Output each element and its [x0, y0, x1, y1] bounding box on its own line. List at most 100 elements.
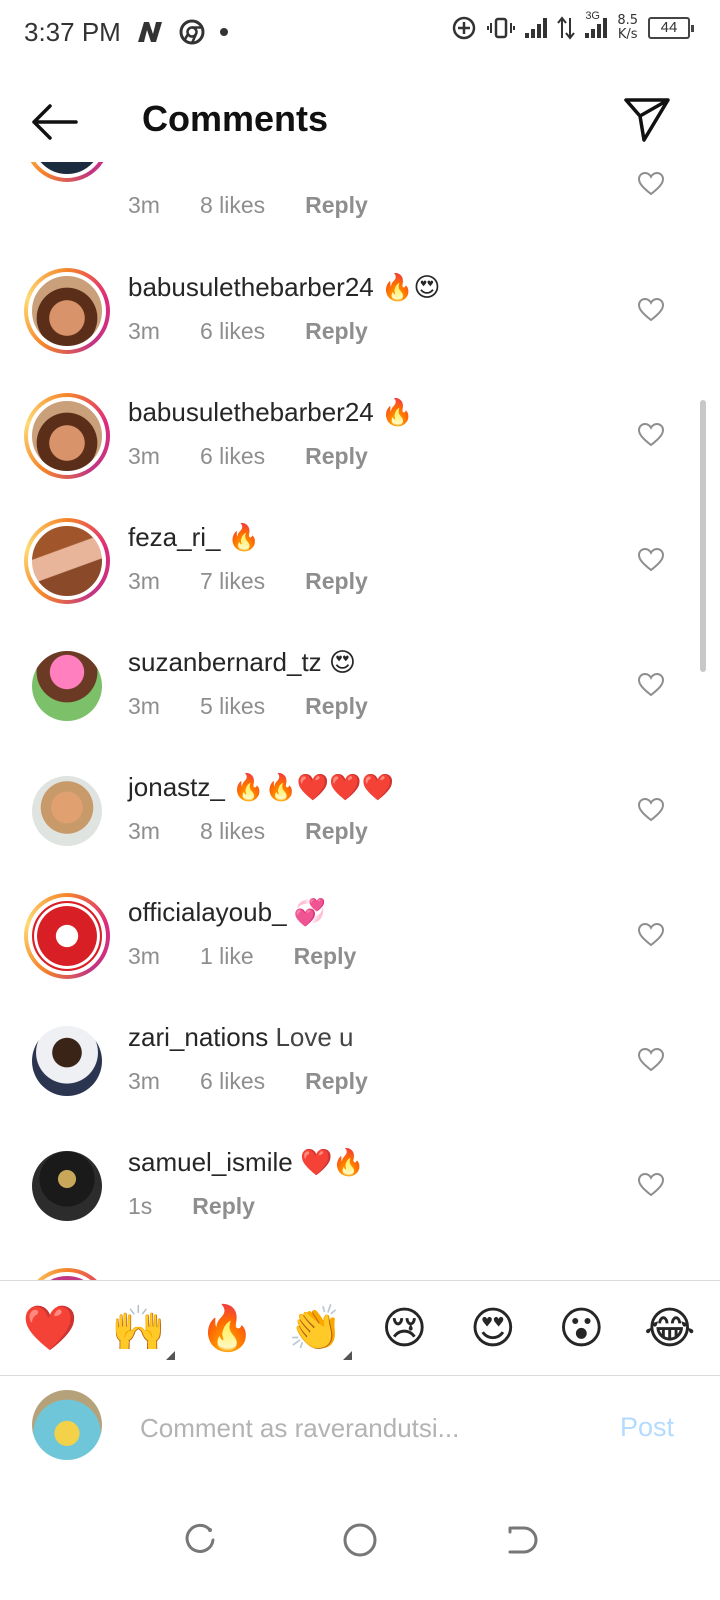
emoji-surprised-face[interactable]: 😮 [549, 1303, 613, 1354]
network-type-label: 3G [585, 10, 600, 22]
comment-username[interactable]: babusulethebarber24 [128, 397, 374, 427]
comment-avatar[interactable] [32, 1151, 102, 1221]
heart-outline-icon[interactable] [638, 1173, 664, 1197]
back-nav-icon[interactable] [500, 1520, 540, 1560]
avatar-image [28, 272, 106, 350]
comment-body: 🔥 [381, 397, 414, 427]
reply-button[interactable]: Reply [305, 818, 368, 845]
avatar-image [28, 522, 106, 600]
heart-outline-icon[interactable] [638, 548, 664, 572]
comment-text: jonastz_ 🔥🔥❤️❤️❤️ [128, 772, 394, 803]
comment-time: 3m [128, 192, 160, 218]
comment-row: zari_nations Love u 3m 6 likes Reply [0, 1018, 720, 1143]
comment-text: zari_nations Love u [128, 1022, 354, 1053]
comment-input[interactable] [140, 1406, 590, 1450]
emoji-clapping-hands[interactable]: 👏 [284, 1302, 352, 1360]
comment-avatar[interactable] [24, 518, 110, 604]
comment-text: feza_ri_ 🔥 [128, 522, 260, 553]
comment-likes[interactable]: 8 likes [200, 818, 265, 845]
comment-meta: 3m 6 likes Reply [128, 443, 368, 470]
reply-button[interactable]: Reply [305, 192, 368, 219]
comment-username[interactable]: zari_nations [128, 1022, 268, 1052]
system-nav-bar [0, 1480, 720, 1600]
data-transfer-icon [557, 16, 576, 40]
heart-outline-icon[interactable] [638, 798, 664, 822]
comment-username[interactable]: feza_ri_ [128, 522, 221, 552]
comment-body: 🔥😍 [381, 272, 441, 302]
comment-time: 3m [128, 943, 160, 969]
home-icon[interactable] [340, 1520, 380, 1560]
n-app-icon [137, 22, 162, 42]
status-left-icons [135, 19, 229, 45]
reply-button[interactable]: Reply [305, 693, 368, 720]
emoji-tears-of-joy[interactable]: 😂 [638, 1303, 702, 1354]
comment-row: suzanbernard_tz 😍 3m 5 likes Reply [0, 643, 720, 768]
status-bar: 3:37 PM 3G 8.5 K/s 44 [0, 0, 720, 64]
comment-meta: 1s Reply [128, 1193, 255, 1220]
battery-icon: 44 [648, 17, 694, 39]
comment-avatar[interactable] [32, 1026, 102, 1096]
comment-avatar[interactable] [24, 1268, 110, 1280]
comment-likes[interactable]: 8 likes [200, 192, 265, 219]
send-direct-icon[interactable] [622, 94, 672, 144]
reply-button[interactable]: Reply [305, 318, 368, 345]
emoji-raising-hands[interactable]: 🙌 [107, 1302, 175, 1360]
signal-3g: 3G [585, 10, 608, 38]
comment-body: Love u [275, 1022, 354, 1052]
heart-outline-icon[interactable] [638, 172, 664, 196]
heart-outline-icon[interactable] [638, 673, 664, 697]
comment-avatar[interactable] [32, 651, 102, 721]
comment-likes[interactable]: 6 likes [200, 318, 265, 345]
heart-outline-icon[interactable] [638, 423, 664, 447]
comments-list[interactable]: 3m 8 likes Reply babusulethebarber24 🔥😍 … [0, 162, 720, 1280]
reply-button[interactable]: Reply [294, 943, 357, 970]
comment-avatar[interactable] [24, 393, 110, 479]
comment-username[interactable]: officialayoub_ [128, 897, 287, 927]
comment-avatar[interactable] [24, 893, 110, 979]
comment-likes[interactable]: 6 likes [200, 1068, 265, 1095]
heart-outline-icon[interactable] [638, 923, 664, 947]
comment-time: 1s [128, 1193, 153, 1219]
comment-likes[interactable]: 7 likes [200, 568, 265, 595]
post-button[interactable]: Post [620, 1412, 674, 1443]
vibrate-icon [487, 17, 516, 39]
comment-avatar[interactable] [32, 776, 102, 846]
back-arrow-icon[interactable] [28, 100, 80, 144]
comment-avatar[interactable] [24, 162, 110, 182]
emoji-red-heart[interactable]: ❤️ [18, 1302, 82, 1354]
emoji-fire[interactable]: 🔥 [195, 1302, 259, 1354]
comment-time: 3m [128, 318, 160, 344]
reply-button[interactable]: Reply [305, 1068, 368, 1095]
comment-body: ❤️🔥 [299, 1147, 365, 1177]
comment-username[interactable]: jonastz_ [128, 772, 225, 802]
comment-row: babusulethebarber24 🔥😍 3m 6 likes Reply [0, 268, 720, 393]
my-avatar[interactable] [32, 1390, 102, 1460]
comment-meta: 3m 7 likes Reply [128, 568, 368, 595]
recents-icon[interactable] [180, 1520, 220, 1560]
comment-time: 3m [128, 443, 160, 469]
comment-avatar[interactable] [24, 268, 110, 354]
comment-time: 3m [128, 693, 160, 719]
reply-button[interactable]: Reply [192, 1193, 255, 1220]
comment-likes[interactable]: 6 likes [200, 443, 265, 470]
emoji-crying-face[interactable]: 😢 [372, 1303, 436, 1354]
comment-username[interactable]: babusulethebarber24 [128, 272, 374, 302]
comment-row [0, 1268, 720, 1280]
comment-row: samuel_ismile ❤️🔥 1s Reply [0, 1143, 720, 1268]
reply-button[interactable]: Reply [305, 568, 368, 595]
network-speed: 8.5 K/s [617, 14, 638, 42]
comment-meta: 3m 6 likes Reply [128, 1068, 368, 1095]
heart-outline-icon[interactable] [638, 298, 664, 322]
comment-text: babusulethebarber24 🔥 [128, 397, 413, 428]
scrollbar[interactable] [700, 400, 706, 672]
comment-likes[interactable]: 1 like [200, 943, 254, 970]
comment-username[interactable]: samuel_ismile [128, 1147, 293, 1177]
page-title: Comments [142, 98, 329, 139]
comment-likes[interactable]: 5 likes [200, 693, 265, 720]
comment-username[interactable]: suzanbernard_tz [128, 647, 322, 677]
avatar-image [28, 162, 106, 178]
heart-outline-icon[interactable] [638, 1048, 664, 1072]
reply-button[interactable]: Reply [305, 443, 368, 470]
comment-meta: 3m 5 likes Reply [128, 693, 368, 720]
emoji-heart-eyes[interactable]: 😍 [461, 1303, 525, 1354]
